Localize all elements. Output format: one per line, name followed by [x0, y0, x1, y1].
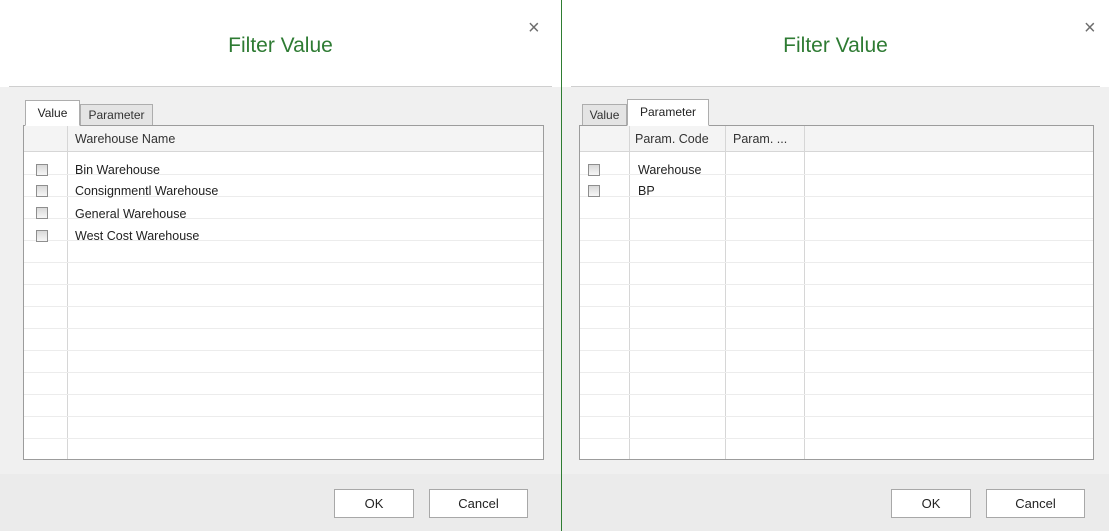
column-header-warehouse-name[interactable]: Warehouse Name [75, 126, 175, 152]
tab-value[interactable]: Value [25, 100, 80, 126]
column-divider [67, 126, 68, 459]
row-divider [24, 284, 543, 285]
warehouse-name: Bin Warehouse [75, 163, 160, 177]
cancel-button[interactable]: Cancel [986, 489, 1085, 518]
row-divider [24, 262, 543, 263]
column-header-param-name[interactable]: Param. ... [733, 126, 801, 152]
cancel-button[interactable]: Cancel [429, 489, 528, 518]
close-icon[interactable]: × [1084, 18, 1096, 38]
warehouse-name: Consignmentl Warehouse [75, 184, 219, 198]
column-header-param-code[interactable]: Param. Code [635, 126, 723, 152]
row-divider [580, 438, 1093, 439]
row-divider [24, 350, 543, 351]
column-divider [629, 126, 630, 459]
row-divider [24, 328, 543, 329]
row-divider [580, 394, 1093, 395]
filter-value-dialog-right: Filter Value × Value Parameter Param. Co… [562, 0, 1109, 531]
param-code: BP [638, 184, 655, 198]
row-divider [580, 328, 1093, 329]
dialog-header: Filter Value × [0, 0, 561, 86]
dialog-title: Filter Value [783, 34, 888, 57]
row-divider [580, 416, 1093, 417]
row-checkbox[interactable] [36, 207, 48, 219]
row-divider [580, 218, 1093, 219]
warehouse-name: West Cost Warehouse [75, 229, 200, 243]
param-code: Warehouse [638, 163, 702, 177]
parameter-grid: Param. Code Param. ... Warehouse BP [579, 125, 1094, 460]
row-divider [580, 240, 1093, 241]
ok-button[interactable]: OK [891, 489, 971, 518]
grid-header: Warehouse Name [24, 126, 543, 152]
row-checkbox[interactable] [36, 230, 48, 242]
warehouse-name: General Warehouse [75, 207, 187, 221]
grid-header: Param. Code Param. ... [580, 126, 1093, 152]
row-divider [580, 306, 1093, 307]
row-divider [580, 284, 1093, 285]
row-checkbox[interactable] [36, 185, 48, 197]
row-divider [24, 416, 543, 417]
dialog-header: Filter Value × [562, 0, 1109, 86]
row-divider [580, 262, 1093, 263]
row-divider [24, 306, 543, 307]
tab-parameter[interactable]: Parameter [627, 99, 709, 126]
warehouse-grid: Warehouse Name Bin Warehouse Consignment… [23, 125, 544, 460]
filter-value-dialog-left: Filter Value × Value Parameter Warehouse… [0, 0, 561, 531]
column-divider [804, 126, 805, 459]
row-divider [580, 372, 1093, 373]
tab-value[interactable]: Value [582, 104, 627, 126]
tab-parameter[interactable]: Parameter [80, 104, 153, 126]
row-checkbox[interactable] [36, 164, 48, 176]
column-divider [725, 126, 726, 459]
ok-button[interactable]: OK [334, 489, 414, 518]
row-divider [580, 350, 1093, 351]
row-checkbox[interactable] [588, 185, 600, 197]
close-icon[interactable]: × [528, 18, 540, 38]
row-divider [24, 394, 543, 395]
row-divider [24, 372, 543, 373]
dialog-title: Filter Value [228, 34, 333, 57]
row-checkbox[interactable] [588, 164, 600, 176]
row-divider [580, 196, 1093, 197]
row-divider [24, 438, 543, 439]
